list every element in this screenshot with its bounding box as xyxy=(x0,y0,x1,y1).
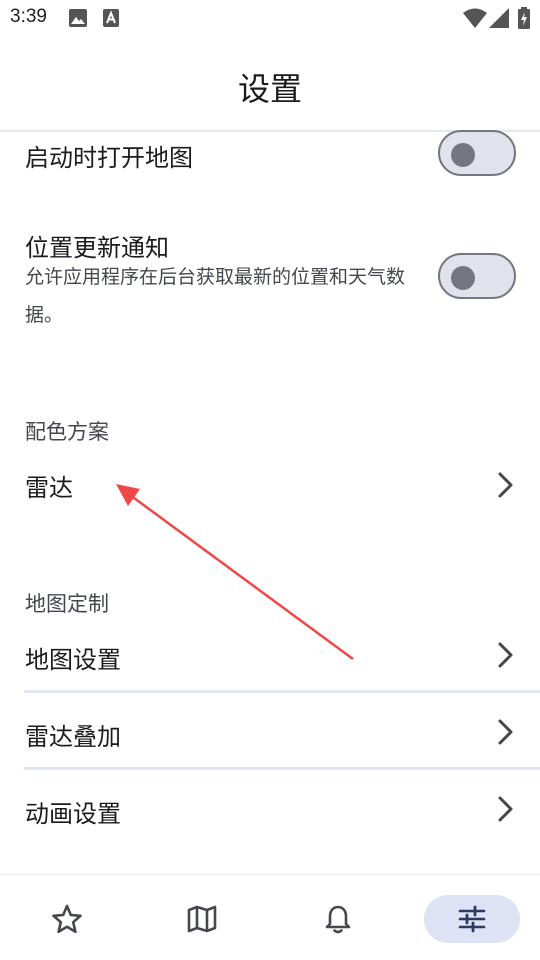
app-bar: 设置 xyxy=(0,36,540,132)
color-scheme-item-label: 雷达 xyxy=(25,474,73,502)
page-title: 设置 xyxy=(237,70,302,108)
star-icon xyxy=(52,904,82,934)
battery-charging-icon xyxy=(518,7,530,33)
divider xyxy=(24,690,540,693)
color-scheme-section-title: 配色方案 xyxy=(25,420,109,444)
bottom-navigation xyxy=(0,874,540,960)
map-settings-item[interactable]: 地图设置 xyxy=(0,626,540,686)
open-map-on-launch-label: 启动时打开地图 xyxy=(25,144,193,172)
map-customization-section-title: 地图定制 xyxy=(25,592,109,616)
animation-settings-label: 动画设置 xyxy=(25,800,121,828)
nav-map-button[interactable] xyxy=(154,895,250,943)
animation-settings-item[interactable]: 动画设置 xyxy=(0,780,540,840)
a-notification-icon xyxy=(103,9,119,31)
status-time: 3:39 xyxy=(10,6,47,27)
color-scheme-item-radar[interactable]: 雷达 xyxy=(0,455,540,515)
nav-settings-button[interactable] xyxy=(424,895,520,943)
bell-icon xyxy=(325,905,351,934)
radar-overlay-label: 雷达叠加 xyxy=(25,723,121,751)
wifi-icon xyxy=(463,8,487,32)
radar-overlay-item[interactable]: 雷达叠加 xyxy=(0,703,540,763)
open-map-on-launch-toggle[interactable] xyxy=(438,130,516,176)
cellular-signal-icon xyxy=(489,8,509,32)
location-update-notification-toggle[interactable] xyxy=(438,253,516,299)
chevron-right-icon xyxy=(498,642,513,668)
toggle-knob xyxy=(451,143,475,167)
nav-favorites-button[interactable] xyxy=(19,895,115,943)
chevron-right-icon xyxy=(498,472,513,498)
location-update-notification-description: 允许应用程序在后台获取最新的位置和天气数据。 xyxy=(25,266,406,326)
image-notification-icon xyxy=(69,9,87,31)
map-settings-label: 地图设置 xyxy=(25,646,121,674)
divider xyxy=(24,767,540,770)
status-bar: 3:39 xyxy=(0,0,540,36)
chevron-right-icon xyxy=(498,796,513,822)
sliders-icon xyxy=(458,905,486,933)
map-icon xyxy=(187,905,217,933)
nav-alerts-button[interactable] xyxy=(290,895,386,943)
chevron-right-icon xyxy=(498,719,513,745)
toggle-knob xyxy=(451,266,475,290)
